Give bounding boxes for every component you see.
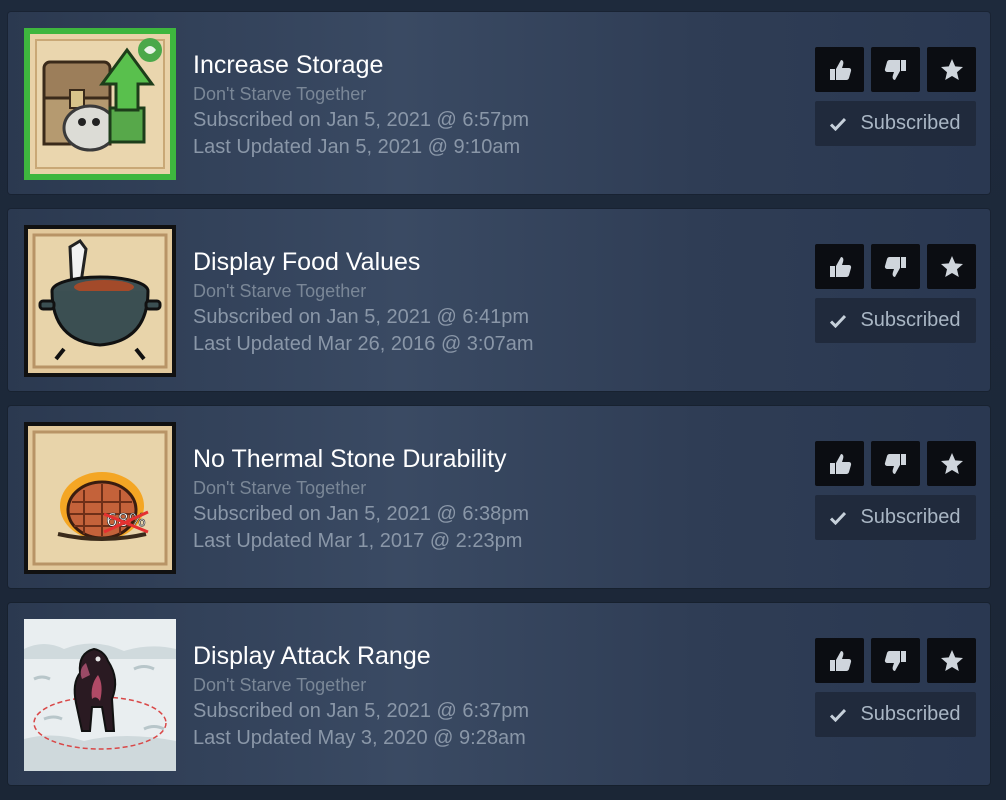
subscribed-button[interactable]: Subscribed [815, 101, 976, 146]
item-subscribed-date: Subscribed on Jan 5, 2021 @ 6:37pm [193, 700, 530, 722]
workshop-item: Display Food Values Don't Starve Togethe… [8, 209, 990, 391]
subscribed-label: Subscribed [860, 703, 961, 725]
workshop-item: Display Attack Range Don't Starve Togeth… [8, 603, 990, 785]
vote-buttons [815, 244, 976, 289]
item-info: Increase Storage Don't Starve Together S… [193, 50, 529, 161]
thumbs-up-icon [829, 650, 851, 671]
thumbs-up-icon [829, 256, 851, 277]
item-subscribed-date: Subscribed on Jan 5, 2021 @ 6:38pm [193, 503, 530, 525]
thumbs-up-button[interactable] [815, 47, 864, 92]
checkmark-icon [830, 117, 847, 131]
thumbs-down-button[interactable] [871, 638, 920, 683]
item-updated-date: Last Updated Mar 1, 2017 @ 2:23pm [193, 530, 523, 552]
item-thumbnail[interactable] [24, 28, 176, 180]
item-updated-date: Last Updated May 3, 2020 @ 9:28am [193, 727, 526, 749]
crock-pot-icon [24, 225, 176, 377]
subscribed-label: Subscribed [860, 506, 961, 528]
vote-buttons [815, 47, 976, 92]
thermal-stone-icon: 68% [24, 422, 176, 574]
checkmark-icon [830, 708, 847, 722]
thumbs-down-icon [884, 59, 906, 80]
storage-chest-icon [24, 28, 176, 180]
subscribed-button[interactable]: Subscribed [815, 495, 976, 540]
subscribed-label: Subscribed [860, 112, 961, 134]
item-subscribed-date: Subscribed on Jan 5, 2021 @ 6:57pm [193, 109, 530, 131]
thumbs-down-button[interactable] [871, 441, 920, 486]
item-title[interactable]: Increase Storage [193, 50, 529, 80]
thumbs-up-button[interactable] [815, 441, 864, 486]
favorite-button[interactable] [927, 638, 976, 683]
workshop-subscription-list: Increase Storage Don't Starve Together S… [0, 0, 1006, 800]
item-thumbnail[interactable]: 68% [24, 422, 176, 574]
item-info: No Thermal Stone Durability Don't Starve… [193, 444, 529, 555]
item-thumbnail[interactable] [24, 225, 176, 377]
star-icon [940, 255, 963, 277]
hound-snow-icon [24, 619, 176, 771]
checkmark-icon [830, 511, 847, 525]
item-game[interactable]: Don't Starve Together [193, 476, 529, 501]
subscribed-button[interactable]: Subscribed [815, 692, 976, 737]
subscribed-button[interactable]: Subscribed [815, 298, 976, 343]
thumbs-up-icon [829, 453, 851, 474]
thumbs-up-icon [829, 59, 851, 80]
favorite-button[interactable] [927, 244, 976, 289]
item-title[interactable]: Display Food Values [193, 247, 534, 277]
star-icon [940, 649, 963, 671]
item-subscribed-date: Subscribed on Jan 5, 2021 @ 6:41pm [193, 306, 530, 328]
item-updated-date: Last Updated Mar 26, 2016 @ 3:07am [193, 333, 534, 355]
thumbs-down-button[interactable] [871, 47, 920, 92]
vote-buttons [815, 441, 976, 486]
workshop-item: Increase Storage Don't Starve Together S… [8, 12, 990, 194]
thumbs-down-icon [884, 256, 906, 277]
star-icon [940, 58, 963, 80]
item-thumbnail[interactable] [24, 619, 176, 771]
thumbs-up-button[interactable] [815, 244, 864, 289]
item-info: Display Attack Range Don't Starve Togeth… [193, 641, 529, 752]
item-title[interactable]: No Thermal Stone Durability [193, 444, 529, 474]
item-updated-date: Last Updated Jan 5, 2021 @ 9:10am [193, 136, 521, 158]
thumbs-down-icon [884, 650, 906, 671]
item-game[interactable]: Don't Starve Together [193, 673, 529, 698]
favorite-button[interactable] [927, 47, 976, 92]
subscribed-label: Subscribed [860, 309, 961, 331]
thumbs-down-button[interactable] [871, 244, 920, 289]
thumbs-down-icon [884, 453, 906, 474]
checkmark-icon [830, 314, 847, 328]
thumbs-up-button[interactable] [815, 638, 864, 683]
workshop-item: 68% No Thermal Stone Durability Don't St… [8, 406, 990, 588]
favorite-button[interactable] [927, 441, 976, 486]
item-game[interactable]: Don't Starve Together [193, 279, 534, 304]
item-game[interactable]: Don't Starve Together [193, 82, 529, 107]
vote-buttons [815, 638, 976, 683]
item-title[interactable]: Display Attack Range [193, 641, 529, 671]
item-info: Display Food Values Don't Starve Togethe… [193, 247, 534, 358]
star-icon [940, 452, 963, 474]
